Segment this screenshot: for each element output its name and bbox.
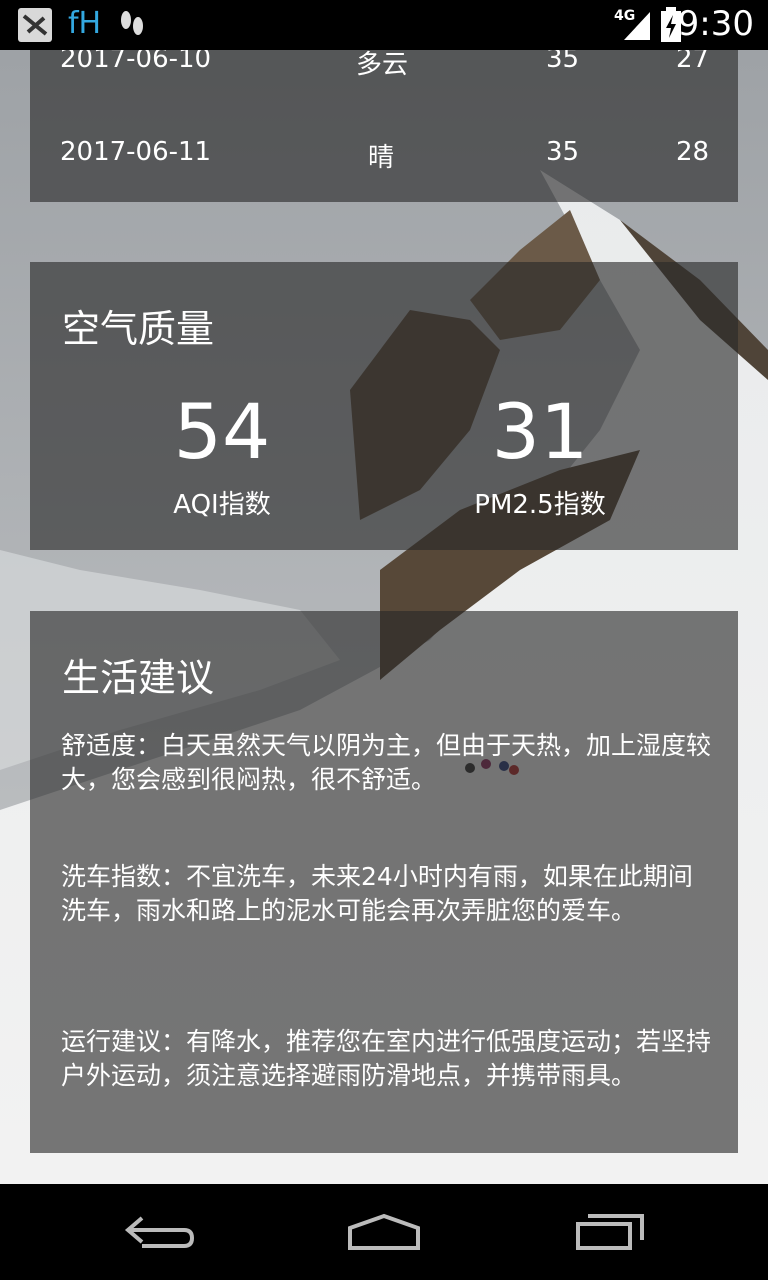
back-icon[interactable] <box>122 1212 198 1256</box>
aqi-value: 54 <box>173 387 271 476</box>
footprint-icon <box>118 6 146 44</box>
life-suggestion-title: 生活建议 <box>62 656 215 700</box>
forecast-min-temp: 28 <box>676 137 710 167</box>
status-bar: fH 4G 9:30 <box>0 0 768 50</box>
forecast-max-temp: 35 <box>546 137 580 167</box>
forecast-date: 2017-06-11 <box>60 137 212 167</box>
forecast-row: 2017-06-11 晴 35 28 <box>30 137 738 177</box>
aqi-label: AQI指数 <box>173 490 271 520</box>
app-notification-icon <box>18 8 52 42</box>
life-suggestion-card: 生活建议 舒适度：白天虽然天气以阴为主，但由于天热，加上湿度较大，您会感到很闷热… <box>30 611 738 1153</box>
pm25-label: PM2.5指数 <box>474 490 606 520</box>
forecast-row: 2017-06-10 多云 35 27 <box>30 44 738 84</box>
sport-suggestion: 运行建议：有降水，推荐您在室内进行低强度运动；若坚持户外运动，须注意选择避雨防滑… <box>61 1027 712 1090</box>
forecast-condition: 晴 <box>368 143 395 173</box>
clock: 9:30 <box>677 4 754 44</box>
home-icon[interactable] <box>346 1212 422 1256</box>
navigation-bar <box>0 1184 768 1280</box>
car-wash-suggestion: 洗车指数：不宜洗车，未来24小时内有雨，如果在此期间洗车，雨水和路上的泥水可能会… <box>61 862 693 925</box>
air-quality-title: 空气质量 <box>62 307 215 351</box>
signal-icon <box>622 8 652 46</box>
fh-notification-icon: fH <box>68 6 102 41</box>
comfort-suggestion: 舒适度：白天虽然天气以阴为主，但由于天热，加上湿度较大，您会感到很闷热，很不舒适… <box>61 731 712 794</box>
pm25-value: 31 <box>491 387 589 476</box>
recents-icon[interactable] <box>574 1212 650 1256</box>
screen: fH 4G 9:30 2017-06-10 多云 35 27 2017-06-1… <box>0 0 768 1280</box>
air-quality-card: 空气质量 54 AQI指数 31 PM2.5指数 <box>30 262 738 550</box>
